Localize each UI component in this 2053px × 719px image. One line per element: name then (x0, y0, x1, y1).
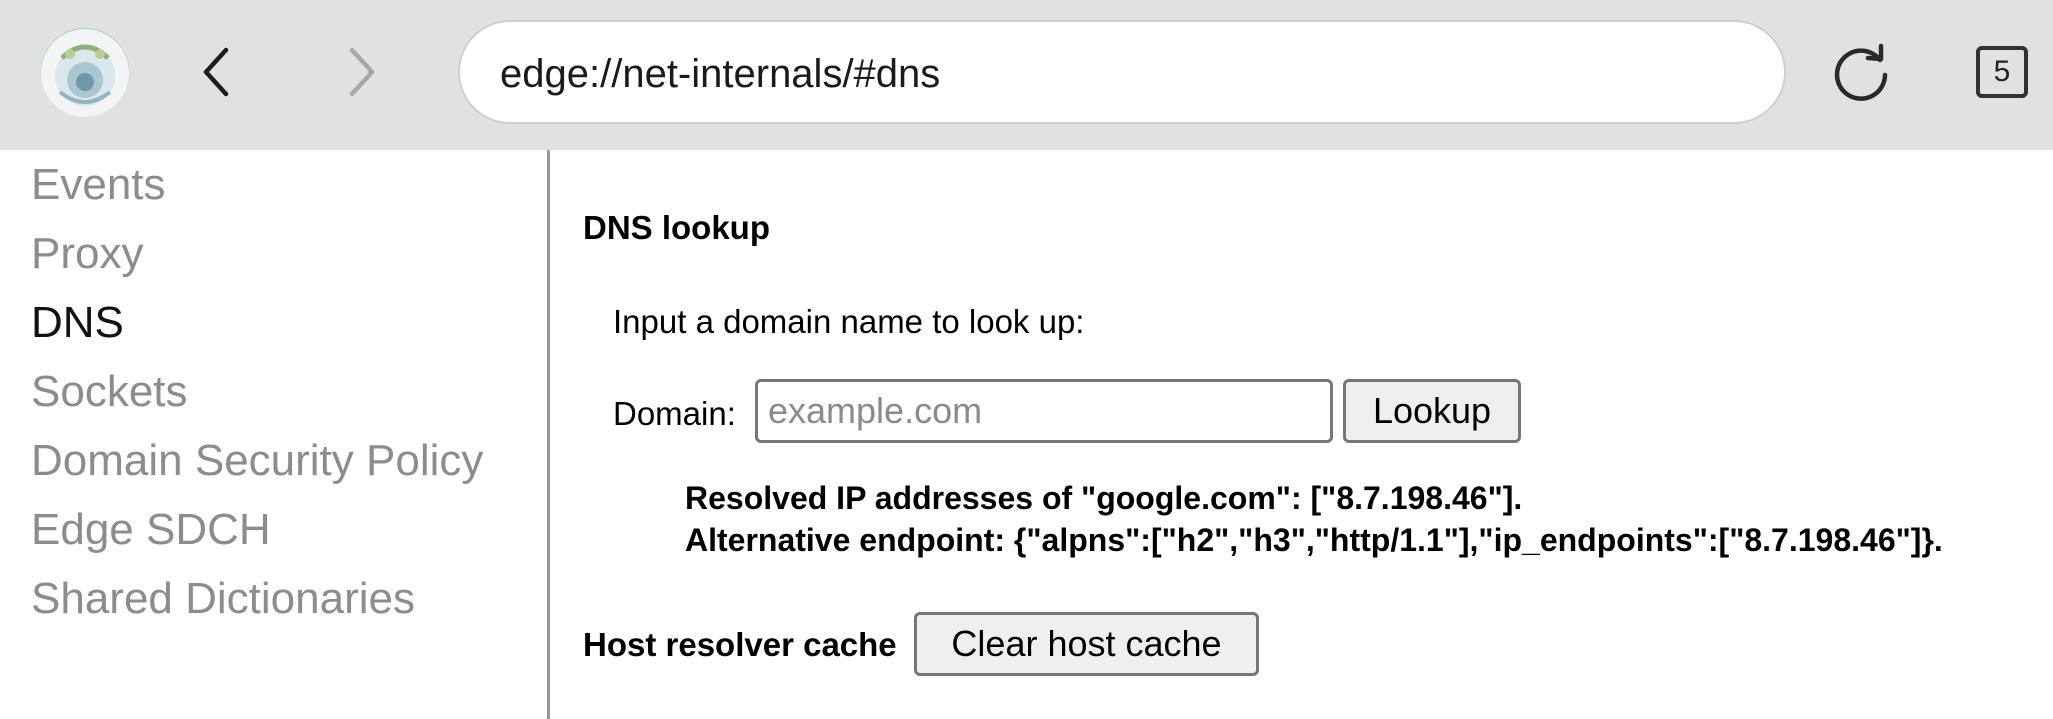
sidebar-item-proxy[interactable]: Proxy (31, 228, 143, 280)
sidebar-item-sockets[interactable]: Sockets (31, 366, 188, 418)
dns-panel: DNS lookup Input a domain name to look u… (553, 150, 2053, 719)
sidebar: Events Proxy DNS Sockets Domain Security… (0, 150, 550, 719)
sidebar-item-events[interactable]: Events (31, 159, 166, 211)
dns-lookup-heading: DNS lookup (583, 209, 770, 246)
sidebar-item-dns[interactable]: DNS (31, 297, 124, 349)
address-bar[interactable]: edge://net-internals/#dns (458, 20, 1786, 124)
sidebar-item-edge-sdch[interactable]: Edge SDCH (31, 504, 271, 556)
lookup-result: Resolved IP addresses of "google.com": [… (685, 477, 1943, 561)
chevron-left-icon (203, 47, 229, 97)
reload-icon (1834, 43, 1888, 101)
host-resolver-cache-label: Host resolver cache (583, 626, 897, 663)
address-text[interactable]: edge://net-internals/#dns (500, 52, 940, 96)
lookup-prompt: Input a domain name to look up: (613, 303, 1085, 340)
domain-input[interactable] (755, 379, 1333, 443)
lookup-button[interactable]: Lookup (1343, 379, 1521, 443)
profile-avatar[interactable] (40, 28, 130, 118)
domain-label: Domain: (613, 395, 736, 432)
resolved-ip-text: Resolved IP addresses of "google.com": [… (685, 480, 1523, 516)
alternative-endpoint-text: Alternative endpoint: {"alpns":["h2","h3… (685, 522, 1943, 558)
chevron-right-icon (349, 47, 375, 97)
sidebar-item-domain-security-policy[interactable]: Domain Security Policy (31, 435, 483, 487)
forward-button[interactable] (332, 42, 392, 102)
back-button[interactable] (186, 42, 246, 102)
tab-count-button[interactable]: 5 (1976, 46, 2028, 98)
profile-image (41, 29, 129, 117)
clear-host-cache-button[interactable]: Clear host cache (914, 612, 1259, 676)
reload-button[interactable] (1828, 40, 1894, 106)
browser-toolbar: edge://net-internals/#dns 5 (0, 0, 2053, 150)
sidebar-item-shared-dictionaries[interactable]: Shared Dictionaries (31, 573, 415, 625)
